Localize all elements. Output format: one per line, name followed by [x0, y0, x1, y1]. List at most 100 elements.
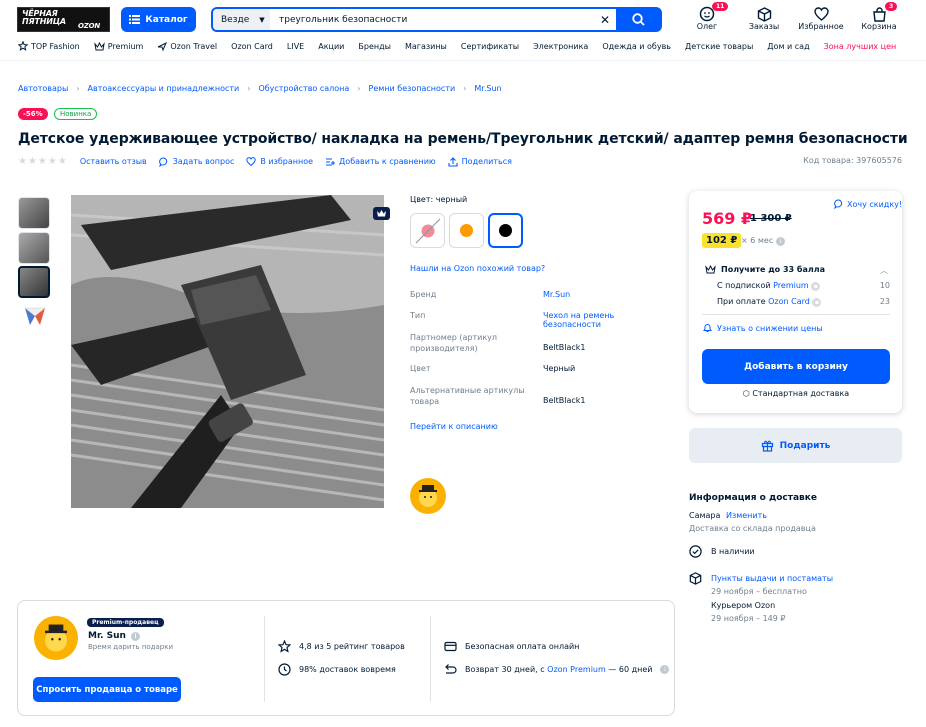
- seller-name[interactable]: Mr. Sun: [88, 631, 126, 641]
- old-price: 1 300 ₽: [750, 213, 792, 224]
- nav-best-prices[interactable]: Зона лучших цен: [824, 41, 897, 51]
- search-scope-label: Везде: [221, 14, 250, 25]
- premium-link[interactable]: Premium: [773, 281, 809, 290]
- ask-question-link[interactable]: Задать вопрос: [158, 157, 235, 167]
- pickup-points-link[interactable]: Пункты выдачи и постаматы: [711, 574, 833, 583]
- nav-premium[interactable]: Premium: [93, 41, 143, 51]
- gift-label: Подарить: [779, 440, 831, 451]
- goto-description-link[interactable]: Перейти к описанию: [410, 422, 498, 431]
- return-prefix: Возврат 30 дней, с: [465, 664, 548, 674]
- delivery-type-label: Стандартная доставка: [752, 389, 850, 398]
- info-icon[interactable]: i: [130, 631, 140, 641]
- gallery-thumbnail[interactable]: [18, 197, 50, 229]
- points-prefix: При оплате: [717, 297, 769, 306]
- breadcrumb-link[interactable]: Автотовары: [18, 84, 68, 93]
- question-label: Задать вопрос: [172, 157, 235, 166]
- orders-label: Заказы: [748, 22, 780, 31]
- chat-bubble-icon: [834, 199, 843, 209]
- nav-promos[interactable]: Акции: [318, 41, 344, 51]
- seller-logo-small[interactable]: [410, 478, 446, 514]
- orders-link[interactable]: Заказы: [739, 6, 789, 31]
- delivery-warehouse: Доставка со склада продавца: [689, 524, 816, 533]
- breadcrumb-link[interactable]: Обустройство салона: [258, 84, 349, 93]
- ask-seller-button[interactable]: Спросить продавца о товаре: [33, 677, 181, 702]
- add-favorite-link[interactable]: В избранное: [246, 157, 313, 166]
- rating-stars[interactable]: ★★★★★: [18, 156, 68, 167]
- review-label: Оставить отзыв: [79, 157, 147, 166]
- compare-label: Добавить к сравнению: [339, 157, 436, 166]
- points-row-premium: С подпиской Premium ▪ 10: [717, 281, 890, 291]
- delivery-city: Самара Изменить: [689, 511, 767, 520]
- price-drop-notify-link[interactable]: Узнать о снижении цены: [703, 323, 823, 333]
- favorites-label: Избранное: [798, 22, 844, 31]
- logo-line-2: ПЯТНИЦА: [22, 17, 66, 26]
- ozon-black-friday-logo[interactable]: ЧЁРНАЯ ПЯТНИЦА OZON: [17, 7, 110, 32]
- breadcrumb-link[interactable]: Mr.Sun: [474, 84, 501, 93]
- color-option-unavailable[interactable]: [410, 213, 445, 248]
- spec-value-link[interactable]: Mr.Sun: [543, 290, 670, 299]
- spec-key: Цвет: [410, 364, 434, 373]
- leave-review-link[interactable]: Оставить отзыв: [80, 157, 147, 166]
- search-scope-select[interactable]: Везде ▼: [213, 9, 270, 30]
- nav-certificates[interactable]: Сертификаты: [461, 41, 519, 51]
- search-input[interactable]: треугольник безопасности: [270, 15, 594, 25]
- share-icon: [448, 156, 458, 167]
- points-prefix: С подпиской: [717, 281, 774, 290]
- nav-live[interactable]: LIVE: [287, 41, 304, 51]
- gift-button[interactable]: Подарить: [689, 428, 902, 463]
- star-outline-icon: [18, 41, 28, 51]
- star-outline-icon: [278, 640, 291, 653]
- gallery-thumbnail-selected[interactable]: [18, 266, 50, 298]
- gallery-thumbnail[interactable]: [18, 232, 50, 264]
- points-title: Получите до 33 балла: [705, 265, 825, 274]
- cart-link[interactable]: 3 Корзина: [854, 2, 904, 31]
- info-icon[interactable]: i: [660, 664, 670, 674]
- breadcrumb-link[interactable]: Ремни безопасности: [369, 84, 456, 93]
- pickup-row: Пункты выдачи и постаматы 29 ноября – бе…: [689, 572, 833, 625]
- safe-payment-text: Безопасная оплата онлайн: [465, 642, 580, 651]
- ozon-premium-link[interactable]: Ozon Premium: [547, 665, 606, 674]
- info-icon[interactable]: i: [775, 237, 785, 246]
- chevron-up-icon[interactable]: ︿: [880, 265, 888, 276]
- installment-price[interactable]: 102 ₽: [702, 233, 742, 248]
- share-label: Поделиться: [461, 157, 512, 166]
- courier-label: Курьером Ozon: [711, 601, 776, 610]
- change-city-link[interactable]: Изменить: [726, 511, 767, 520]
- seller-slogan: Время дарить подарки: [88, 643, 174, 651]
- sun-mascot-icon: [419, 485, 437, 507]
- user-menu[interactable]: 11 Олег: [682, 2, 732, 31]
- favorites-link[interactable]: Избранное: [796, 6, 846, 31]
- menu-icon: [129, 15, 141, 24]
- nav-stores[interactable]: Магазины: [405, 41, 447, 51]
- nav-ozon-card[interactable]: Ozon Card: [231, 41, 273, 51]
- add-to-cart-button[interactable]: Добавить в корзину: [702, 349, 890, 384]
- share-link[interactable]: Поделиться: [448, 156, 512, 167]
- seller-logo[interactable]: [34, 616, 78, 660]
- lock-icon: ▪: [812, 298, 822, 307]
- spec-value-link[interactable]: Чехол на ремень безопасности: [543, 311, 670, 329]
- color-option-black-selected[interactable]: [488, 213, 523, 248]
- spec-row-color: Цвет Черный: [410, 364, 670, 373]
- search-submit-button[interactable]: [616, 9, 660, 30]
- ozon-card-link[interactable]: Ozon Card: [768, 297, 810, 306]
- product-main-photo[interactable]: [71, 195, 384, 508]
- nav-electronics[interactable]: Электроника: [533, 41, 588, 51]
- catalog-button[interactable]: Каталог: [121, 7, 196, 32]
- clear-search-icon[interactable]: ✕: [594, 13, 616, 27]
- breadcrumb-link[interactable]: Автоаксессуары и принадлежности: [88, 84, 240, 93]
- points-title-text: Получите до 33 балла: [721, 265, 825, 274]
- color-option-orange[interactable]: [449, 213, 484, 248]
- nav-kids[interactable]: Детские товары: [685, 41, 753, 51]
- spec-row-alt-articles: Альтернативные артикулы товара BeltBlack…: [410, 385, 670, 407]
- nav-top-fashion[interactable]: TOP Fashion: [18, 41, 80, 51]
- nav-brands[interactable]: Бренды: [358, 41, 391, 51]
- spec-key: Бренд: [410, 290, 440, 299]
- gallery-thumbnail[interactable]: [22, 303, 48, 329]
- similar-product-link[interactable]: Нашли на Ozon похожий товар?: [410, 264, 545, 273]
- nav-home-garden[interactable]: Дом и сад: [767, 41, 809, 51]
- want-discount-link[interactable]: Хочу скидку!: [834, 199, 902, 209]
- nav-clothing[interactable]: Одежда и обувь: [602, 41, 671, 51]
- spec-row-type: Тип Чехол на ремень безопасности: [410, 311, 670, 329]
- nav-ozon-travel[interactable]: Ozon Travel: [157, 41, 217, 51]
- add-compare-link[interactable]: Добавить к сравнению: [325, 157, 436, 167]
